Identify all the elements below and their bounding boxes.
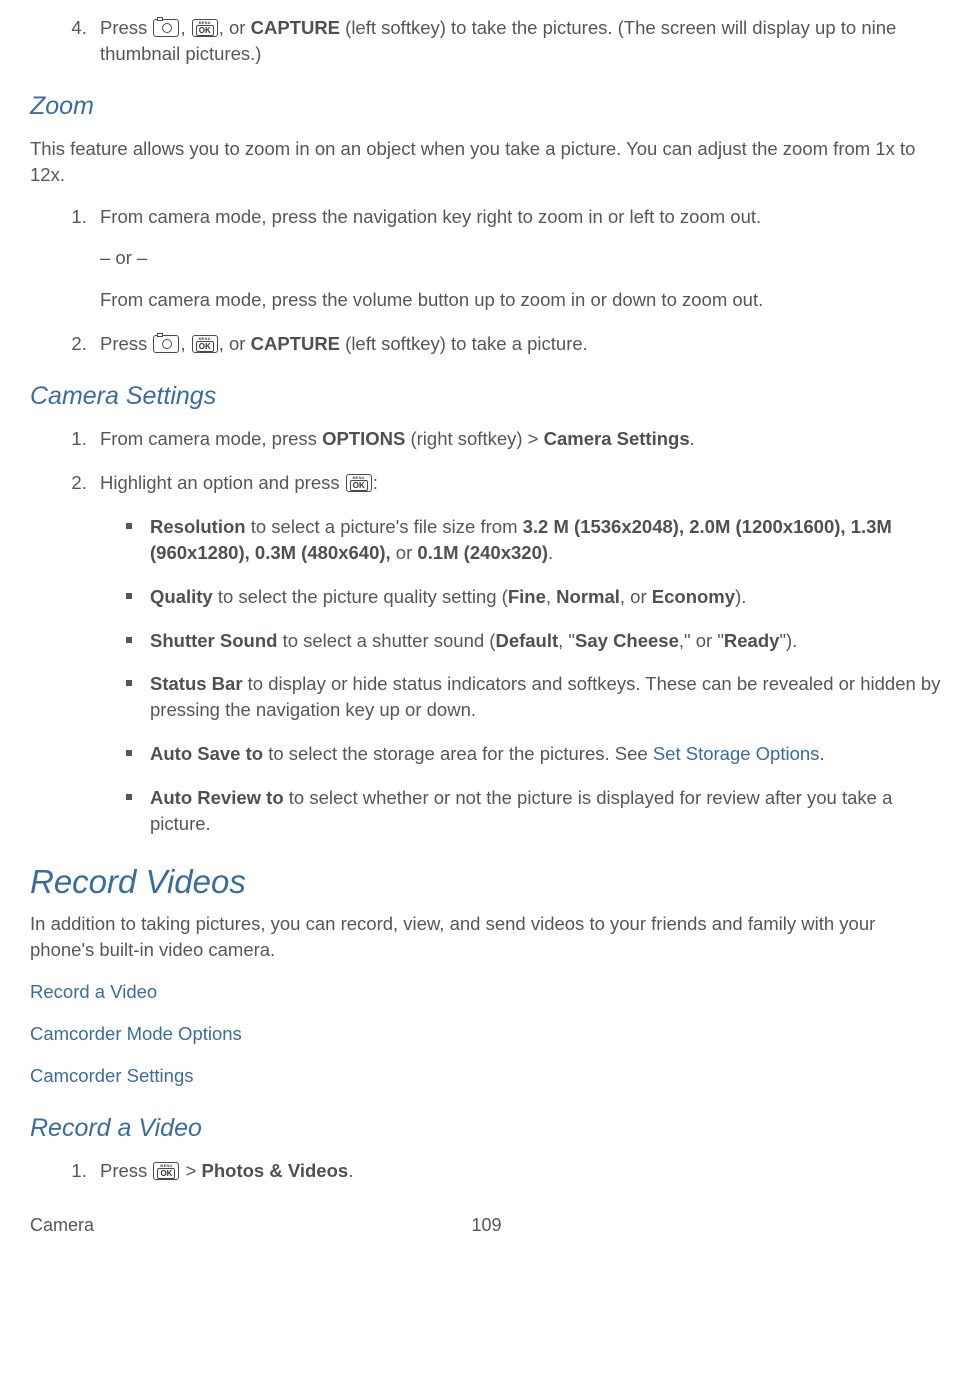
text: . bbox=[548, 542, 553, 563]
menu-ok-key-icon bbox=[192, 335, 218, 353]
text: Highlight an option and press bbox=[100, 472, 345, 493]
opt-status-bar: Status Bar to display or hide status ind… bbox=[126, 671, 943, 723]
heading-record-a-video: Record a Video bbox=[30, 1111, 943, 1146]
cset-step-2: Highlight an option and press : Resoluti… bbox=[92, 470, 943, 837]
text: to select a picture's file size from bbox=[246, 516, 523, 537]
record-videos-intro: In addition to taking pictures, you can … bbox=[30, 911, 943, 963]
text: . bbox=[690, 428, 695, 449]
record-video-steps: Press > Photos & Videos. bbox=[92, 1158, 943, 1184]
footer-page-number: 109 bbox=[334, 1213, 638, 1238]
heading-camera-settings: Camera Settings bbox=[30, 379, 943, 414]
step-4: Press , , or CAPTURE (left softkey) to t… bbox=[92, 15, 943, 67]
camera-settings-steps: From camera mode, press OPTIONS (right s… bbox=[92, 426, 943, 837]
options-label: OPTIONS bbox=[322, 428, 405, 449]
footer-section: Camera bbox=[30, 1213, 334, 1238]
text: Press bbox=[100, 1160, 152, 1181]
heading-record-videos: Record Videos bbox=[30, 859, 943, 905]
cset-step-1: From camera mode, press OPTIONS (right s… bbox=[92, 426, 943, 452]
text: , bbox=[180, 333, 190, 354]
capture-label: CAPTURE bbox=[251, 17, 340, 38]
menu-ok-key-icon bbox=[192, 19, 218, 37]
text: : bbox=[373, 472, 378, 493]
opt-auto-save: Auto Save to to select the storage area … bbox=[126, 741, 943, 767]
camera-key-icon bbox=[153, 335, 179, 353]
page-footer: Camera 109 bbox=[30, 1213, 943, 1238]
value: Default bbox=[495, 630, 558, 651]
menu-ok-key-icon bbox=[153, 1162, 179, 1180]
text: to select the picture quality setting ( bbox=[213, 586, 508, 607]
value: Normal bbox=[556, 586, 620, 607]
zoom-step-2: Press , , or CAPTURE (left softkey) to t… bbox=[92, 331, 943, 357]
label: Auto Save to bbox=[150, 743, 263, 764]
opt-shutter-sound: Shutter Sound to select a shutter sound … bbox=[126, 628, 943, 654]
text: , or bbox=[219, 333, 251, 354]
text: , bbox=[180, 17, 190, 38]
value: Say Cheese bbox=[575, 630, 679, 651]
text: . bbox=[819, 743, 824, 764]
text: ," or " bbox=[679, 630, 724, 651]
text: Press bbox=[100, 17, 152, 38]
text: ). bbox=[735, 586, 746, 607]
menu-ok-key-icon bbox=[346, 474, 372, 492]
text: to select the storage area for the pictu… bbox=[263, 743, 653, 764]
text: > bbox=[180, 1160, 201, 1181]
value: Ready bbox=[724, 630, 780, 651]
link-camcorder-mode-options[interactable]: Camcorder Mode Options bbox=[30, 1023, 242, 1044]
label: Shutter Sound bbox=[150, 630, 277, 651]
rv-step-1: Press > Photos & Videos. bbox=[92, 1158, 943, 1184]
or-separator: – or – bbox=[100, 245, 943, 271]
text: "). bbox=[779, 630, 797, 651]
label: Auto Review to bbox=[150, 787, 284, 808]
camera-settings-label: Camera Settings bbox=[544, 428, 690, 449]
text: (right softkey) > bbox=[405, 428, 543, 449]
text: to select a shutter sound ( bbox=[277, 630, 495, 651]
zoom-intro: This feature allows you to zoom in on an… bbox=[30, 136, 943, 188]
heading-zoom: Zoom bbox=[30, 89, 943, 124]
text: , or bbox=[620, 586, 652, 607]
link-record-a-video[interactable]: Record a Video bbox=[30, 981, 157, 1002]
value: Economy bbox=[652, 586, 735, 607]
capture-label: CAPTURE bbox=[251, 333, 340, 354]
opt-resolution: Resolution to select a picture's file si… bbox=[126, 514, 943, 566]
text: to display or hide status indicators and… bbox=[150, 673, 940, 720]
label: Resolution bbox=[150, 516, 246, 537]
link-camcorder-settings[interactable]: Camcorder Settings bbox=[30, 1065, 193, 1086]
options-sublist: Resolution to select a picture's file si… bbox=[126, 514, 943, 837]
text: or bbox=[391, 542, 418, 563]
text: From camera mode, press the volume butto… bbox=[100, 289, 763, 310]
text: From camera mode, press the navigation k… bbox=[100, 206, 761, 227]
text: (left softkey) to take a picture. bbox=[340, 333, 588, 354]
opt-auto-review: Auto Review to to select whether or not … bbox=[126, 785, 943, 837]
label: Quality bbox=[150, 586, 213, 607]
numbered-list-continuation: Press , , or CAPTURE (left softkey) to t… bbox=[92, 15, 943, 67]
link-set-storage-options[interactable]: Set Storage Options bbox=[653, 743, 820, 764]
text: , bbox=[546, 586, 556, 607]
value: 0.1M (240x320) bbox=[417, 542, 548, 563]
text: . bbox=[348, 1160, 353, 1181]
camera-key-icon bbox=[153, 19, 179, 37]
text: From camera mode, press bbox=[100, 428, 322, 449]
value: Fine bbox=[508, 586, 546, 607]
text: , or bbox=[219, 17, 251, 38]
text: , " bbox=[558, 630, 575, 651]
photos-videos-label: Photos & Videos bbox=[202, 1160, 349, 1181]
opt-quality: Quality to select the picture quality se… bbox=[126, 584, 943, 610]
label: Status Bar bbox=[150, 673, 243, 694]
zoom-steps: From camera mode, press the navigation k… bbox=[92, 204, 943, 358]
zoom-step-1: From camera mode, press the navigation k… bbox=[92, 204, 943, 314]
footer-spacer bbox=[639, 1213, 943, 1238]
text: Press bbox=[100, 333, 152, 354]
